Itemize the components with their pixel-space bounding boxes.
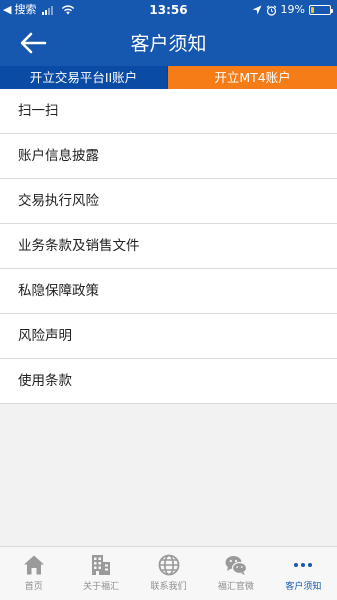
battery-level [311,7,315,13]
bottom-tab-bar: 首页 关于福汇 联系我们 福汇官微 客户须知 [0,546,337,600]
open-trading-platform-ii-account-tab[interactable]: 开立交易平台II账户 [0,66,168,89]
menu-item-risk-statement[interactable]: 风险声明 [0,314,337,359]
tab-wechat[interactable]: 福汇官微 [202,547,269,600]
location-arrow-icon [252,5,262,15]
tab-customer-notice[interactable]: 客户须知 [270,547,337,600]
account-tabs: 开立交易平台II账户 开立MT4账户 [0,66,337,89]
menu-item-privacy-policy[interactable]: 私隐保障政策 [0,269,337,314]
tab-contact-label: 联系我们 [150,582,187,592]
status-bar: ◀ 搜索 13:56 19% [0,0,337,20]
menu-item-terms-of-use[interactable]: 使用条款 [0,359,337,404]
notice-menu-list: 扫一扫 账户信息披露 交易执行风险 业务条款及销售文件 私隐保障政策 风险声明 … [0,89,337,404]
battery-percent: 19% [280,3,305,16]
menu-item-account-disclosure[interactable]: 账户信息披露 [0,134,337,179]
menu-item-terms-and-sales-docs[interactable]: 业务条款及销售文件 [0,224,337,269]
menu-item-execution-risk[interactable]: 交易执行风险 [0,179,337,224]
tab-home[interactable]: 首页 [0,547,67,600]
tab-about[interactable]: 关于福汇 [67,547,134,600]
nav-bar: 客户须知 [0,20,337,66]
menu-item-scan[interactable]: 扫一扫 [0,89,337,134]
app-header: ◀ 搜索 13:56 19% 客户须知 [0,0,337,66]
alarm-clock-icon [266,4,276,16]
status-right: 19% [252,3,333,17]
building-icon [92,555,111,575]
tab-wechat-label: 福汇官微 [217,582,254,592]
tab-about-label: 关于福汇 [83,582,120,592]
more-dots-icon [294,563,313,567]
tab-customer-notice-label: 客户须知 [285,582,322,592]
home-icon [23,555,44,575]
battery-icon [309,5,333,15]
globe-icon [158,554,179,576]
tab-contact[interactable]: 联系我们 [135,547,202,600]
wechat-icon [225,556,248,575]
tab-home-label: 首页 [24,582,43,592]
open-mt4-account-tab[interactable]: 开立MT4账户 [168,66,337,89]
page-title: 客户须知 [130,33,207,55]
